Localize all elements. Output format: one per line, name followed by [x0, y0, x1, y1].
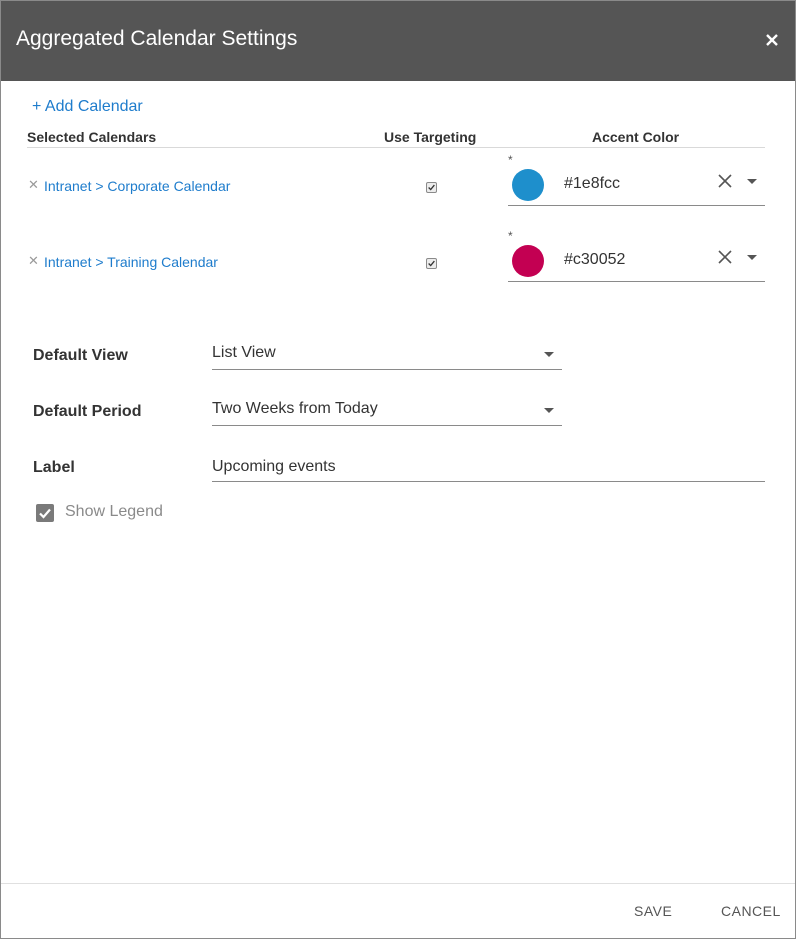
- calendar-link[interactable]: Intranet > Training Calendar: [44, 254, 218, 270]
- cancel-button[interactable]: CANCEL: [721, 903, 781, 919]
- use-targeting-checkbox[interactable]: [426, 258, 437, 269]
- clear-color-icon[interactable]: [717, 249, 733, 265]
- label-input[interactable]: [212, 453, 765, 481]
- clear-color-icon[interactable]: [717, 173, 733, 189]
- label-field: [212, 453, 765, 482]
- aggregated-calendar-settings-dialog: Aggregated Calendar Settings + Add Calen…: [0, 0, 796, 939]
- default-view-label: Default View: [33, 347, 128, 364]
- close-icon[interactable]: [763, 31, 781, 49]
- header-divider: [27, 147, 765, 148]
- default-period-select[interactable]: Two Weeks from Today: [212, 398, 562, 426]
- default-period-value: Two Weeks from Today: [212, 400, 378, 417]
- required-marker: *: [508, 153, 513, 167]
- add-calendar-link[interactable]: + Add Calendar: [32, 98, 143, 116]
- show-legend-checkbox[interactable]: [36, 504, 54, 522]
- footer-divider: [1, 883, 795, 884]
- chevron-down-icon: [544, 408, 554, 413]
- label-field-label: Label: [33, 459, 75, 476]
- accent-color-field-underline: [508, 281, 765, 282]
- remove-calendar-icon[interactable]: ✕: [28, 177, 39, 193]
- color-dropdown-caret-icon[interactable]: [747, 255, 757, 260]
- save-button[interactable]: SAVE: [634, 903, 672, 919]
- use-targeting-checkbox[interactable]: [426, 182, 437, 193]
- calendar-link[interactable]: Intranet > Corporate Calendar: [44, 178, 230, 194]
- accent-color-swatch[interactable]: [512, 245, 544, 277]
- default-period-label: Default Period: [33, 403, 142, 420]
- accent-color-value[interactable]: #1e8fcc: [564, 175, 620, 193]
- chevron-down-icon: [544, 352, 554, 357]
- accent-color-header: Accent Color: [592, 129, 680, 145]
- accent-color-value[interactable]: #c30052: [564, 251, 625, 269]
- accent-color-swatch[interactable]: [512, 169, 544, 201]
- required-marker: *: [508, 229, 513, 243]
- default-view-value: List View: [212, 344, 276, 361]
- use-targeting-header: Use Targeting: [384, 129, 477, 145]
- accent-color-field-underline: [508, 205, 765, 206]
- default-view-select[interactable]: List View: [212, 342, 562, 370]
- remove-calendar-icon[interactable]: ✕: [28, 253, 39, 269]
- show-legend-label[interactable]: Show Legend: [65, 503, 163, 521]
- selected-calendars-header: Selected Calendars: [27, 129, 157, 145]
- dialog-header: Aggregated Calendar Settings: [1, 1, 795, 81]
- dialog-title: Aggregated Calendar Settings: [16, 27, 298, 50]
- color-dropdown-caret-icon[interactable]: [747, 179, 757, 184]
